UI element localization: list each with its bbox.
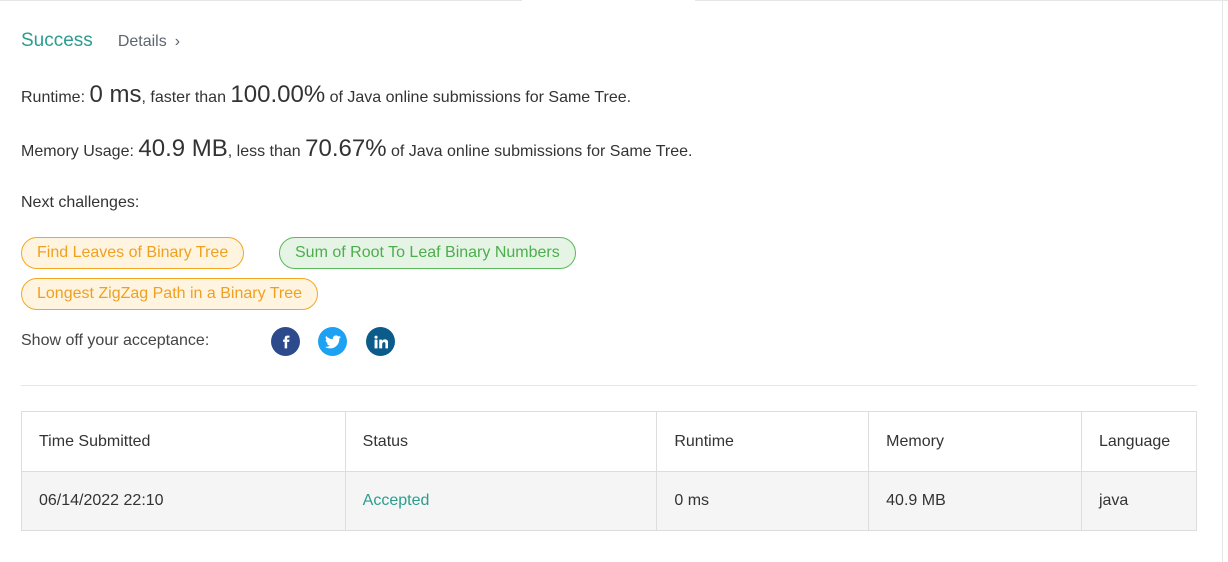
- challenge-pill-longest-zigzag[interactable]: Longest ZigZag Path in a Binary Tree: [21, 278, 319, 310]
- facebook-icon[interactable]: [271, 327, 300, 356]
- table-header-row: Time Submitted Status Runtime Memory Lan…: [21, 411, 1198, 472]
- next-challenges-label: Next challenges:: [21, 194, 140, 211]
- table-row: 06/14/2022 22:10 Accepted 0 ms 40.9 MB j…: [21, 471, 1198, 531]
- details-link[interactable]: Details ›: [118, 33, 180, 51]
- header-runtime: Runtime: [656, 411, 870, 472]
- details-label: Details: [117, 33, 167, 50]
- runtime-label: Runtime:: [21, 89, 90, 106]
- cell-language: java: [1080, 471, 1198, 531]
- header-language: Language: [1080, 411, 1198, 472]
- cell-status: Accepted: [344, 471, 658, 531]
- cell-memory: 40.9 MB: [868, 471, 1082, 531]
- linkedin-icon[interactable]: [366, 327, 395, 356]
- runtime-stat: Runtime: 0 ms, faster than 100.00% of Ja…: [21, 81, 631, 109]
- memory-suffix: of Java online submissions for Same Tree…: [386, 143, 693, 160]
- twitter-icon[interactable]: [318, 327, 347, 356]
- share-label: Show off your acceptance:: [21, 332, 210, 349]
- top-border-left: [0, 0, 522, 1]
- runtime-suffix: of Java online submissions for Same Tree…: [325, 89, 632, 106]
- section-divider: [21, 385, 1197, 386]
- memory-value: 40.9 MB: [138, 135, 228, 162]
- cell-time-submitted: 06/14/2022 22:10: [21, 471, 346, 531]
- header-time-submitted: Time Submitted: [21, 411, 346, 472]
- top-border-right: [695, 0, 1228, 1]
- chevron-right-icon: ›: [174, 33, 181, 50]
- challenge-pill-sum-root-to-leaf[interactable]: Sum of Root To Leaf Binary Numbers: [279, 237, 576, 269]
- status-accepted-link[interactable]: Accepted: [363, 492, 430, 509]
- memory-label: Memory Usage:: [21, 143, 139, 160]
- runtime-comparison: , faster than: [141, 89, 231, 106]
- cell-runtime: 0 ms: [656, 471, 870, 531]
- memory-comparison: , less than: [227, 143, 306, 160]
- result-status: Success: [21, 30, 93, 51]
- result-header: Success Details ›: [21, 30, 180, 52]
- runtime-percent: 100.00%: [230, 81, 326, 108]
- header-memory: Memory: [868, 411, 1082, 472]
- header-status: Status: [344, 411, 658, 472]
- runtime-value: 0 ms: [89, 81, 142, 108]
- memory-percent: 70.67%: [305, 135, 387, 162]
- memory-stat: Memory Usage: 40.9 MB, less than 70.67% …: [21, 135, 692, 163]
- challenge-pill-find-leaves[interactable]: Find Leaves of Binary Tree: [21, 237, 245, 269]
- right-rule: [1222, 0, 1223, 562]
- submissions-table: Time Submitted Status Runtime Memory Lan…: [21, 411, 1198, 531]
